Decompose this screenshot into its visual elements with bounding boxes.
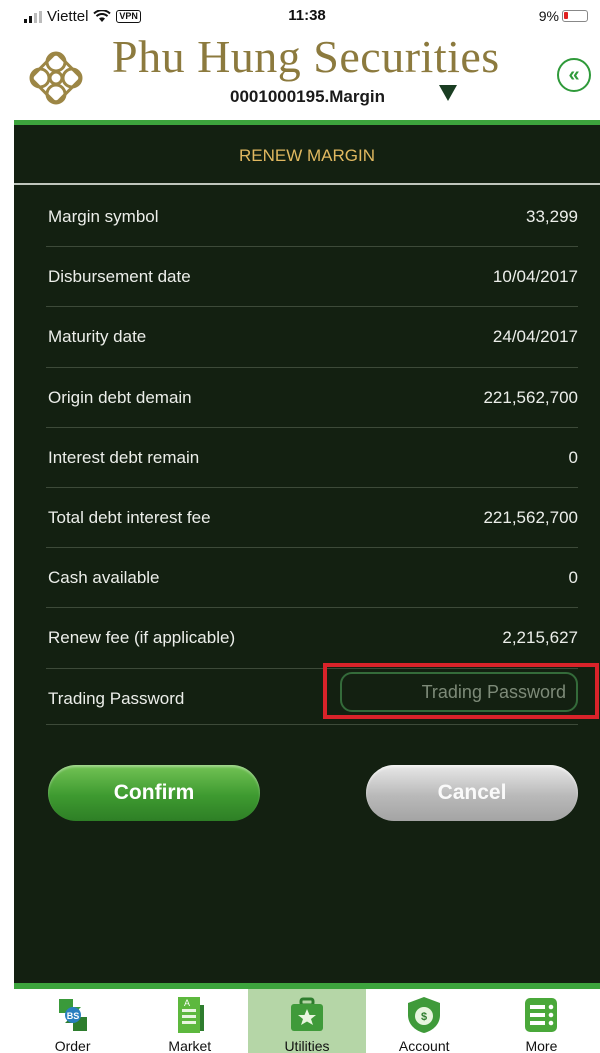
- left-edge: [0, 0, 14, 1053]
- detail-row: Origin debt demain 221,562,700: [46, 368, 578, 428]
- market-icon: A: [177, 997, 204, 1033]
- tab-account[interactable]: $ Account: [366, 989, 483, 1053]
- row-value: 221,562,700: [483, 387, 578, 407]
- tab-label: Utilities: [284, 1038, 330, 1053]
- trading-password-input[interactable]: [340, 672, 578, 712]
- row-label: Disbursement date: [48, 267, 191, 287]
- detail-row: Margin symbol 33,299: [46, 187, 578, 248]
- utilities-icon: [291, 997, 323, 1031]
- svg-text:BS: BS: [66, 1011, 79, 1021]
- detail-list: Margin symbol 33,299 Disbursement date 10/…: [46, 187, 578, 725]
- tab-label: Account: [398, 1038, 450, 1053]
- tab-market[interactable]: A Market: [131, 989, 248, 1053]
- detail-row: Maturity date 24/04/2017: [46, 307, 578, 368]
- row-label: Cash available: [48, 568, 160, 588]
- row-label: Maturity date: [48, 327, 147, 347]
- tab-more[interactable]: More: [483, 989, 600, 1053]
- tab-order[interactable]: BS Order: [14, 989, 131, 1053]
- account-icon: $: [408, 997, 441, 1033]
- row-value: 0: [568, 568, 578, 588]
- phu-hung-logo-icon: [29, 51, 83, 105]
- confirm-button[interactable]: Confirm: [48, 765, 260, 821]
- battery-icon: [562, 10, 588, 22]
- account-selector[interactable]: 0001000195.Margin: [230, 87, 385, 107]
- cancel-button[interactable]: Cancel: [366, 765, 578, 821]
- status-bar: Viettel VPN 11:38 9%: [14, 0, 600, 30]
- row-label: Renew fee (if applicable): [48, 628, 236, 648]
- detail-row: Disbursement date 10/04/2017: [46, 247, 578, 308]
- row-value: 2,215,627: [502, 628, 578, 648]
- password-label: Trading Password: [48, 688, 185, 708]
- tab-label: Order: [54, 1038, 91, 1053]
- svg-text:A: A: [184, 998, 190, 1008]
- tab-label: More: [525, 1038, 558, 1053]
- row-label: Interest debt remain: [48, 447, 200, 467]
- status-time: 11:38: [288, 7, 326, 24]
- row-value: 10/04/2017: [492, 267, 578, 287]
- row-value: 24/04/2017: [492, 327, 578, 347]
- more-icon: [525, 998, 558, 1032]
- row-value: 0: [568, 447, 578, 467]
- detail-row: Interest debt remain 0: [46, 428, 578, 488]
- detail-row: Total debt interest fee 221,562,700: [46, 488, 578, 549]
- row-value: 33,299: [526, 207, 578, 226]
- detail-row: Cash available 0: [46, 548, 578, 609]
- bottom-tab-bar: BS Order A Market Utilities $ Account Mo…: [14, 989, 600, 1053]
- double-chevron-left-icon[interactable]: «: [557, 58, 591, 92]
- order-icon: BS: [58, 999, 87, 1031]
- row-value: 221,562,700: [483, 507, 578, 527]
- account-dropdown-icon[interactable]: [439, 85, 457, 101]
- page-title: RENEW MARGIN: [14, 125, 600, 185]
- battery-percent: 9%: [538, 8, 559, 24]
- row-label: Margin symbol: [48, 207, 159, 226]
- svg-text:$: $: [421, 1011, 427, 1023]
- renew-margin-panel: RENEW MARGIN Margin symbol 33,299 Disburs…: [14, 125, 600, 985]
- row-label: Origin debt demain: [48, 387, 192, 407]
- detail-row: Renew fee (if applicable) 2,215,627: [46, 608, 578, 669]
- app-header: Phu Hung Securities 0001000195.Margin «: [14, 30, 600, 120]
- row-label: Total debt interest fee: [48, 507, 211, 527]
- brand-title: Phu Hung Securities: [112, 31, 500, 82]
- tab-label: Market: [168, 1038, 212, 1053]
- tab-utilities[interactable]: Utilities: [248, 989, 366, 1053]
